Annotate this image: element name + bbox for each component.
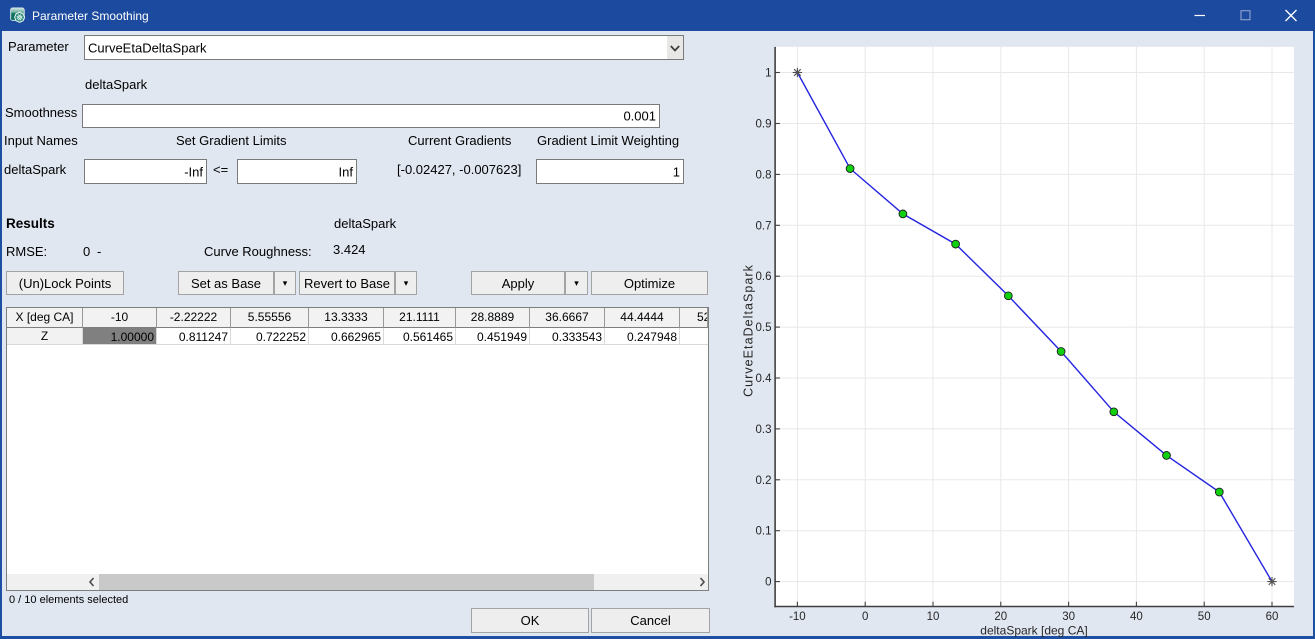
svg-text:0.9: 0.9 (756, 119, 772, 131)
svg-text:1: 1 (765, 68, 771, 80)
svg-text:0.4: 0.4 (756, 373, 773, 385)
svg-text:0.7: 0.7 (756, 220, 772, 232)
svg-text:0: 0 (862, 611, 868, 623)
svg-text:0.2: 0.2 (756, 475, 772, 487)
svg-text:10: 10 (927, 611, 940, 623)
svg-text:30: 30 (1062, 611, 1075, 623)
svg-text:CurveEtaDeltaSpark: CurveEtaDeltaSpark (742, 264, 756, 397)
svg-text:0.8: 0.8 (756, 169, 772, 181)
svg-text:0.6: 0.6 (756, 271, 772, 283)
svg-text:-10: -10 (789, 611, 806, 623)
svg-text:60: 60 (1266, 611, 1279, 623)
svg-text:0: 0 (765, 577, 771, 589)
svg-text:20: 20 (994, 611, 1007, 623)
svg-text:deltaSpark [deg CA]: deltaSpark [deg CA] (980, 624, 1087, 638)
svg-text:0.1: 0.1 (756, 526, 772, 538)
svg-text:50: 50 (1198, 611, 1211, 623)
svg-text:40: 40 (1130, 611, 1143, 623)
svg-text:0.5: 0.5 (756, 322, 772, 334)
svg-text:0.3: 0.3 (756, 424, 772, 436)
